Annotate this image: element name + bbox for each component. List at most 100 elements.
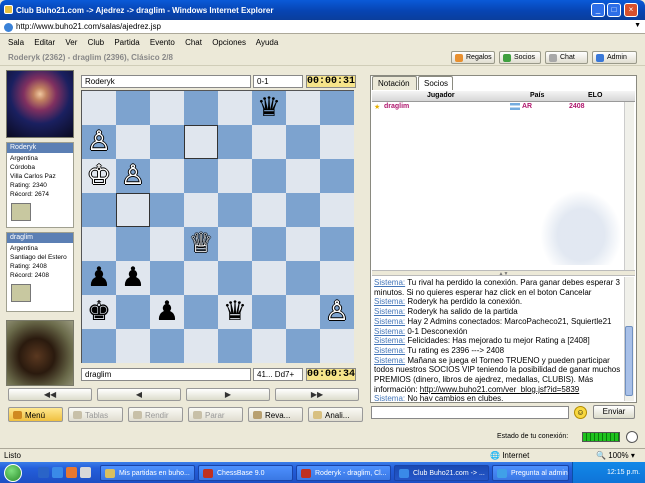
square-e4[interactable] (218, 227, 252, 261)
square-d7[interactable] (184, 125, 218, 159)
square-f4[interactable] (252, 227, 286, 261)
square-b7[interactable] (116, 125, 150, 159)
square-g7[interactable] (286, 125, 320, 159)
chat-sender[interactable]: Sistema: (374, 327, 405, 336)
player2-name[interactable]: draglim (7, 233, 73, 243)
start-button[interactable] (4, 464, 22, 482)
menu-button[interactable]: Menú (8, 407, 63, 422)
square-e3[interactable] (218, 261, 252, 295)
col-elo[interactable]: ELO (588, 92, 602, 99)
square-b5[interactable] (116, 193, 150, 227)
parar-button[interactable]: Parar (188, 407, 243, 422)
admin-button[interactable]: Admin (592, 51, 637, 64)
piece-a7[interactable]: ♙ (82, 125, 116, 159)
square-g6[interactable] (286, 159, 320, 193)
piece-a2[interactable]: ♚ (82, 295, 116, 329)
square-b1[interactable] (116, 329, 150, 363)
menu-ayuda[interactable]: Ayuda (256, 38, 279, 47)
square-e8[interactable] (218, 91, 252, 125)
menu-partida[interactable]: Partida (114, 38, 139, 47)
square-f7[interactable] (252, 125, 286, 159)
square-h8[interactable] (320, 91, 354, 125)
square-d1[interactable] (184, 329, 218, 363)
tablas-button[interactable]: Tablas (68, 407, 123, 422)
task-club-buho21[interactable]: Club Buho21.com -> ... (394, 465, 489, 481)
address-bar[interactable]: http://www.buho21.com/salas/ajedrez.jsp … (0, 20, 645, 34)
chat-input[interactable] (371, 406, 569, 419)
square-g3[interactable] (286, 261, 320, 295)
regalos-button[interactable]: Regalos (451, 51, 495, 64)
square-h4[interactable] (320, 227, 354, 261)
square-a4[interactable] (82, 227, 116, 261)
ie-quick-icon[interactable] (52, 467, 63, 478)
tab-socios[interactable]: Socios (418, 76, 453, 90)
panel-splitter[interactable]: ▲▼ (372, 270, 635, 277)
square-d5[interactable] (184, 193, 218, 227)
chat-sender[interactable]: Sistema: (374, 336, 405, 345)
chat-link[interactable]: http://www.buho21.com/ver_blog.jsf?id=58… (420, 385, 579, 394)
square-h7[interactable] (320, 125, 354, 159)
task-chessbase[interactable]: ChessBase 9.0 (198, 465, 293, 481)
square-e1[interactable] (218, 329, 252, 363)
square-h1[interactable] (320, 329, 354, 363)
chat-sender[interactable]: Sistema: (374, 356, 405, 365)
piece-a6[interactable]: ♔ (82, 159, 116, 193)
piece-c2[interactable]: ♟ (150, 295, 184, 329)
chess-board[interactable]: ♛ ♙ ♔ ♙ ♕ ♟ ♟ ♚ ♟ ♛ ♙ (81, 90, 354, 363)
square-e5[interactable] (218, 193, 252, 227)
players-scrollbar[interactable] (624, 102, 634, 270)
menu-editar[interactable]: Editar (34, 38, 55, 47)
menu-opciones[interactable]: Opciones (212, 38, 246, 47)
revancha-button[interactable]: Reva... (248, 407, 303, 422)
square-f3[interactable] (252, 261, 286, 295)
square-c8[interactable] (150, 91, 184, 125)
prev-move-button[interactable]: ◀ (97, 388, 181, 401)
menu-ver[interactable]: Ver (65, 38, 77, 47)
smiley-icon[interactable]: ☺ (574, 406, 587, 419)
player1-club-icon[interactable] (11, 203, 31, 221)
minimize-button[interactable]: _ (591, 3, 605, 17)
menu-club[interactable]: Club (88, 38, 104, 47)
square-c5[interactable] (150, 193, 184, 227)
square-c6[interactable] (150, 159, 184, 193)
square-g4[interactable] (286, 227, 320, 261)
task-roderyk-draglim[interactable]: Roderyk - draglim, Cl... (296, 465, 391, 481)
zoom-level[interactable]: 🔍 100% ▾ (596, 451, 635, 460)
menu-chat[interactable]: Chat (185, 38, 202, 47)
col-jugador[interactable]: Jugador (427, 92, 455, 99)
square-d8[interactable] (184, 91, 218, 125)
square-c7[interactable] (150, 125, 184, 159)
analizar-button[interactable]: Anali... (308, 407, 363, 422)
square-b2[interactable] (116, 295, 150, 329)
menu-evento[interactable]: Evento (150, 38, 175, 47)
close-button[interactable]: × (624, 3, 638, 17)
explorer-icon[interactable] (80, 467, 91, 478)
tray-clock[interactable]: 12:15 p.m. (607, 469, 640, 476)
table-row[interactable]: ★ draglim AR 2408 (372, 102, 624, 113)
square-h3[interactable] (320, 261, 354, 295)
square-d6[interactable] (184, 159, 218, 193)
player2-club-icon[interactable] (11, 284, 31, 302)
chat-sender[interactable]: Sistema: (374, 317, 405, 326)
address-url[interactable]: http://www.buho21.com/salas/ajedrez.jsp (16, 22, 161, 31)
piece-e2[interactable]: ♛ (218, 295, 252, 329)
piece-h2[interactable]: ♙ (320, 295, 354, 329)
first-move-button[interactable]: ◀◀ (8, 388, 92, 401)
square-g2[interactable] (286, 295, 320, 329)
last-move-button[interactable]: ▶▶ (275, 388, 359, 401)
piece-b6[interactable]: ♙ (116, 159, 150, 193)
tab-notacion[interactable]: Notación (372, 76, 417, 90)
chat-sender[interactable]: Sistema: (374, 278, 405, 287)
square-c1[interactable] (150, 329, 184, 363)
piece-d4[interactable]: ♕ (184, 227, 218, 261)
square-f1[interactable] (252, 329, 286, 363)
chat-sender[interactable]: Sistema: (374, 297, 405, 306)
maximize-button[interactable]: □ (607, 3, 621, 17)
square-g1[interactable] (286, 329, 320, 363)
square-a8[interactable] (82, 91, 116, 125)
chat-sender[interactable]: Sistema: (374, 394, 405, 401)
task-mis-partidas[interactable]: Mis partidas en buho... (100, 465, 195, 481)
square-g8[interactable] (286, 91, 320, 125)
piece-f8[interactable]: ♛ (252, 91, 286, 125)
chat-sender[interactable]: Sistema: (374, 307, 405, 316)
